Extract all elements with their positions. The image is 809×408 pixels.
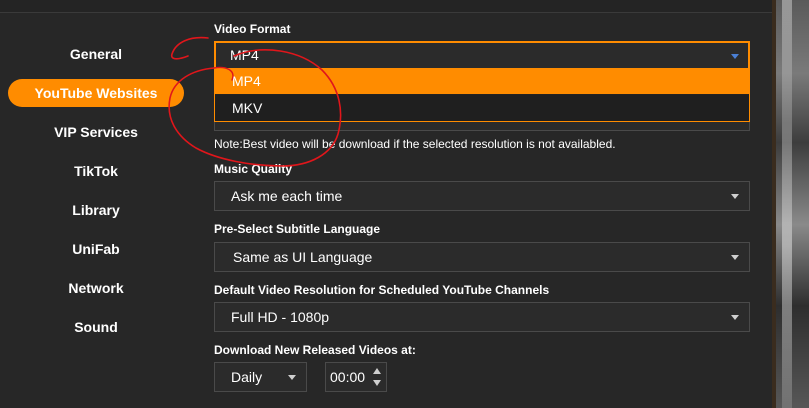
- sidebar-item-unifab[interactable]: UniFab: [8, 235, 184, 263]
- sidebar-item-network[interactable]: Network: [8, 274, 184, 302]
- sidebar-item-library[interactable]: Library: [8, 196, 184, 224]
- subtitle-language-select[interactable]: Same as UI Language: [214, 242, 750, 272]
- sidebar-item-youtube-websites[interactable]: YouTube Websites: [8, 79, 184, 107]
- scheduled-resolution-label: Default Video Resolution for Scheduled Y…: [214, 283, 550, 297]
- sidebar-item-general[interactable]: General: [8, 40, 184, 68]
- chevron-down-icon: [288, 375, 296, 380]
- download-schedule-label: Download New Released Videos at:: [214, 343, 416, 357]
- scheduled-resolution-select[interactable]: Full HD - 1080p: [214, 302, 750, 332]
- download-time-spinbox[interactable]: 00:00: [325, 362, 387, 392]
- sidebar-item-sound[interactable]: Sound: [8, 313, 184, 341]
- video-format-option-mkv[interactable]: MKV: [215, 95, 749, 121]
- video-format-select[interactable]: MP4: [214, 41, 750, 70]
- spin-up-icon[interactable]: [373, 368, 381, 374]
- chevron-down-icon: [731, 54, 739, 59]
- chevron-down-icon: [731, 255, 739, 260]
- resolution-note: Note:Best video will be download if the …: [214, 137, 616, 151]
- scheduled-resolution-value: Full HD - 1080p: [231, 309, 330, 325]
- music-quality-select[interactable]: Ask me each time: [214, 181, 750, 211]
- video-format-value: MP4: [230, 47, 259, 63]
- subtitle-language-label: Pre-Select Subtitle Language: [214, 222, 381, 236]
- chevron-down-icon: [731, 315, 739, 320]
- music-quality-label: Music Quality: [214, 162, 293, 176]
- video-format-label: Video Format: [214, 22, 291, 36]
- title-bar: [0, 0, 775, 13]
- video-format-option-mp4[interactable]: MP4: [215, 68, 749, 94]
- background-photo: [776, 0, 809, 408]
- download-frequency-value: Daily: [231, 369, 263, 385]
- chevron-down-icon: [731, 194, 739, 199]
- music-quality-value: Ask me each time: [231, 188, 343, 204]
- sidebar-item-vip-services[interactable]: VIP Services: [8, 118, 184, 146]
- download-frequency-select[interactable]: Daily: [214, 362, 307, 392]
- subtitle-language-value: Same as UI Language: [233, 249, 373, 265]
- video-format-dropdown: MP4 MKV: [214, 68, 750, 122]
- spin-down-icon[interactable]: [373, 380, 381, 386]
- download-time-value: 00:00: [330, 369, 366, 385]
- sidebar-item-tiktok[interactable]: TikTok: [8, 157, 184, 185]
